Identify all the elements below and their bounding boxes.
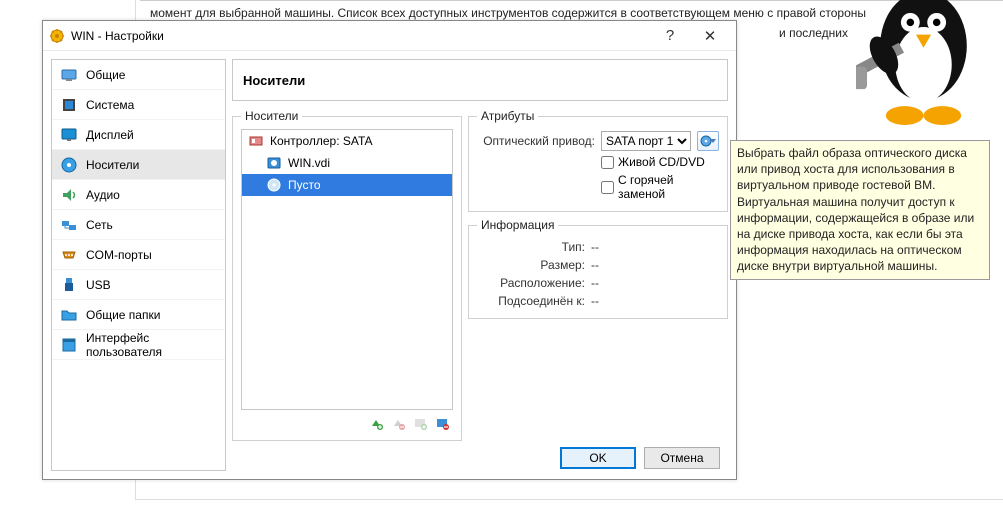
sidebar-item-label: Сеть xyxy=(86,218,113,232)
choose-disk-button[interactable] xyxy=(697,131,719,151)
sidebar-item-label: Носители xyxy=(86,158,139,172)
sidebar-item-label: Аудио xyxy=(86,188,120,202)
sidebar-item-label: Общие xyxy=(86,68,125,82)
storage-icon xyxy=(60,156,78,174)
info-size-value: -- xyxy=(585,258,599,272)
choose-disk-tooltip: Выбрать файл образа оптического диска ил… xyxy=(730,140,990,280)
optical-drive-label: Оптический привод: xyxy=(477,134,595,148)
info-size-label: Размер: xyxy=(477,258,585,272)
storage-tree-group: Носители Контроллер: SATA WIN.vdi xyxy=(232,109,462,441)
titlebar: WIN - Настройки ? ✕ xyxy=(43,21,736,51)
remove-attachment-button[interactable] xyxy=(433,414,451,432)
sidebar-item-usb[interactable]: USB xyxy=(52,270,225,300)
sidebar-item-network[interactable]: Сеть xyxy=(52,210,225,240)
cancel-button[interactable]: Отмена xyxy=(644,447,720,469)
attributes-group: Атрибуты Оптический привод: SATA порт 1 xyxy=(468,109,728,212)
information-legend: Информация xyxy=(477,218,558,232)
panel-header: Носители xyxy=(232,59,728,101)
info-location-label: Расположение: xyxy=(477,276,585,290)
settings-sidebar: Общие Система Дисплей Носители Аудио Сет… xyxy=(51,59,226,471)
dialog-title: WIN - Настройки xyxy=(71,29,650,43)
serial-icon xyxy=(60,246,78,264)
storage-tree-legend: Носители xyxy=(241,109,302,123)
network-icon xyxy=(60,216,78,234)
general-icon xyxy=(60,66,78,84)
info-attached-label: Подсоединён к: xyxy=(477,294,585,308)
add-controller-button[interactable] xyxy=(367,414,385,432)
hotplug-checkbox[interactable] xyxy=(601,181,614,194)
panel-title: Носители xyxy=(243,73,305,88)
sidebar-item-label: USB xyxy=(86,278,111,292)
sidebar-item-shared-folders[interactable]: Общие папки xyxy=(52,300,225,330)
tree-disk-label: WIN.vdi xyxy=(288,156,330,170)
ui-icon xyxy=(60,336,78,354)
display-icon xyxy=(60,126,78,144)
info-type-label: Тип: xyxy=(477,240,585,254)
settings-dialog: WIN - Настройки ? ✕ Общие Система Диспле… xyxy=(42,20,737,480)
sidebar-item-label: Дисплей xyxy=(86,128,134,142)
system-icon xyxy=(60,96,78,114)
tree-controller[interactable]: Контроллер: SATA xyxy=(242,130,452,152)
controller-icon xyxy=(248,133,264,149)
sidebar-item-system[interactable]: Система xyxy=(52,90,225,120)
cd-icon xyxy=(266,177,282,193)
sidebar-item-audio[interactable]: Аудио xyxy=(52,180,225,210)
info-type-value: -- xyxy=(585,240,599,254)
sidebar-item-label: Интерфейс пользователя xyxy=(86,331,217,359)
sidebar-item-label: Система xyxy=(86,98,134,112)
penguin-mascot xyxy=(856,0,991,140)
live-cd-checkbox[interactable] xyxy=(601,156,614,169)
audio-icon xyxy=(60,186,78,204)
tree-toolbar xyxy=(241,410,453,432)
sidebar-item-display[interactable]: Дисплей xyxy=(52,120,225,150)
live-cd-label: Живой CD/DVD xyxy=(618,155,705,169)
help-button[interactable]: ? xyxy=(650,23,690,49)
attributes-legend: Атрибуты xyxy=(477,109,538,123)
sidebar-item-storage[interactable]: Носители xyxy=(52,150,225,180)
sidebar-item-general[interactable]: Общие xyxy=(52,60,225,90)
tree-optical-label: Пусто xyxy=(288,178,321,192)
close-button[interactable]: ✕ xyxy=(690,23,730,49)
info-location-value: -- xyxy=(585,276,599,290)
sidebar-item-serial[interactable]: COM-порты xyxy=(52,240,225,270)
tree-controller-label: Контроллер: SATA xyxy=(270,134,372,148)
sidebar-item-label: Общие папки xyxy=(86,308,160,322)
hotplug-label: С горячей заменой xyxy=(618,173,719,201)
background-side-text: и последних xyxy=(779,26,848,40)
information-group: Информация Тип:-- Размер:-- Расположение… xyxy=(468,218,728,319)
folder-icon xyxy=(60,306,78,324)
tree-disk-item[interactable]: WIN.vdi xyxy=(242,152,452,174)
hdd-icon xyxy=(266,155,282,171)
storage-tree[interactable]: Контроллер: SATA WIN.vdi Пусто xyxy=(241,129,453,410)
info-attached-value: -- xyxy=(585,294,599,308)
usb-icon xyxy=(60,276,78,294)
app-icon xyxy=(49,28,65,44)
add-attachment-button[interactable] xyxy=(411,414,429,432)
sidebar-item-ui[interactable]: Интерфейс пользователя xyxy=(52,330,225,360)
ok-button[interactable]: OK xyxy=(560,447,636,469)
sidebar-item-label: COM-порты xyxy=(86,248,152,262)
remove-controller-button[interactable] xyxy=(389,414,407,432)
optical-drive-select[interactable]: SATA порт 1 xyxy=(601,131,691,151)
tree-optical-item[interactable]: Пусто xyxy=(242,174,452,196)
